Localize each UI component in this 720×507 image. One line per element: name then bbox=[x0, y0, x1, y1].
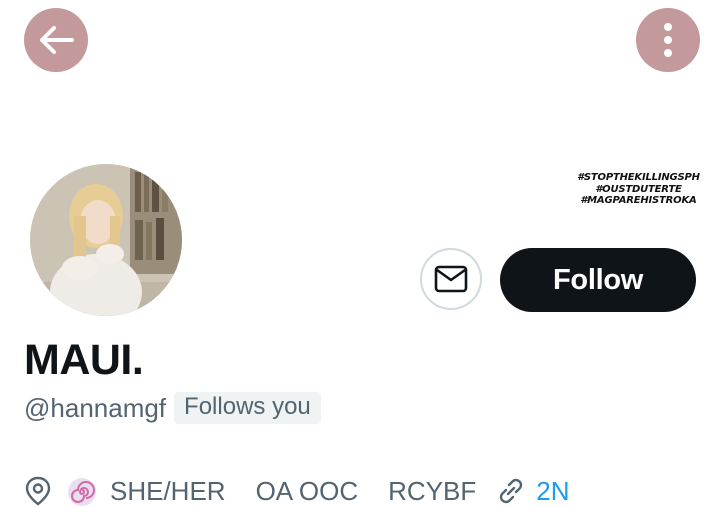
follows-you-badge: Follows you bbox=[174, 392, 321, 424]
mail-icon bbox=[434, 265, 468, 293]
location-pin-icon bbox=[25, 476, 51, 506]
avatar-illustration bbox=[30, 164, 182, 316]
spiral-shell-icon bbox=[68, 478, 96, 506]
location-part: RCYBF bbox=[388, 475, 477, 506]
message-button[interactable] bbox=[420, 248, 482, 310]
more-options-button[interactable] bbox=[636, 8, 700, 72]
follow-button[interactable]: Follow bbox=[500, 248, 696, 312]
avatar-photo bbox=[30, 164, 182, 316]
banner-hashtags: #STOPTHEKILLINGSPH #OUSTDUTERTE #MAGPARE… bbox=[566, 172, 711, 207]
banner-line: #MAGPAREHISTROKA bbox=[580, 195, 697, 206]
banner-line: #OUSTDUTERTE bbox=[595, 183, 682, 195]
display-name: MAUI. bbox=[24, 336, 144, 384]
arrow-left-icon bbox=[40, 26, 74, 54]
back-button[interactable] bbox=[24, 8, 88, 72]
banner-line: #STOPTHEKILLINGSPH bbox=[577, 172, 700, 183]
location-part: OA OOC bbox=[255, 475, 359, 506]
profile-link[interactable]: 2N bbox=[536, 476, 569, 507]
handle: @hannamgf bbox=[24, 392, 167, 423]
profile-info-row: SHE/HER OA OOC RCYBF 2N bbox=[24, 476, 570, 506]
link-icon bbox=[500, 478, 523, 504]
more-vertical-icon bbox=[664, 23, 672, 57]
location-part: SHE/HER bbox=[110, 475, 226, 506]
handle-row: @hannamgf Follows you bbox=[24, 392, 321, 424]
avatar[interactable] bbox=[26, 160, 186, 320]
